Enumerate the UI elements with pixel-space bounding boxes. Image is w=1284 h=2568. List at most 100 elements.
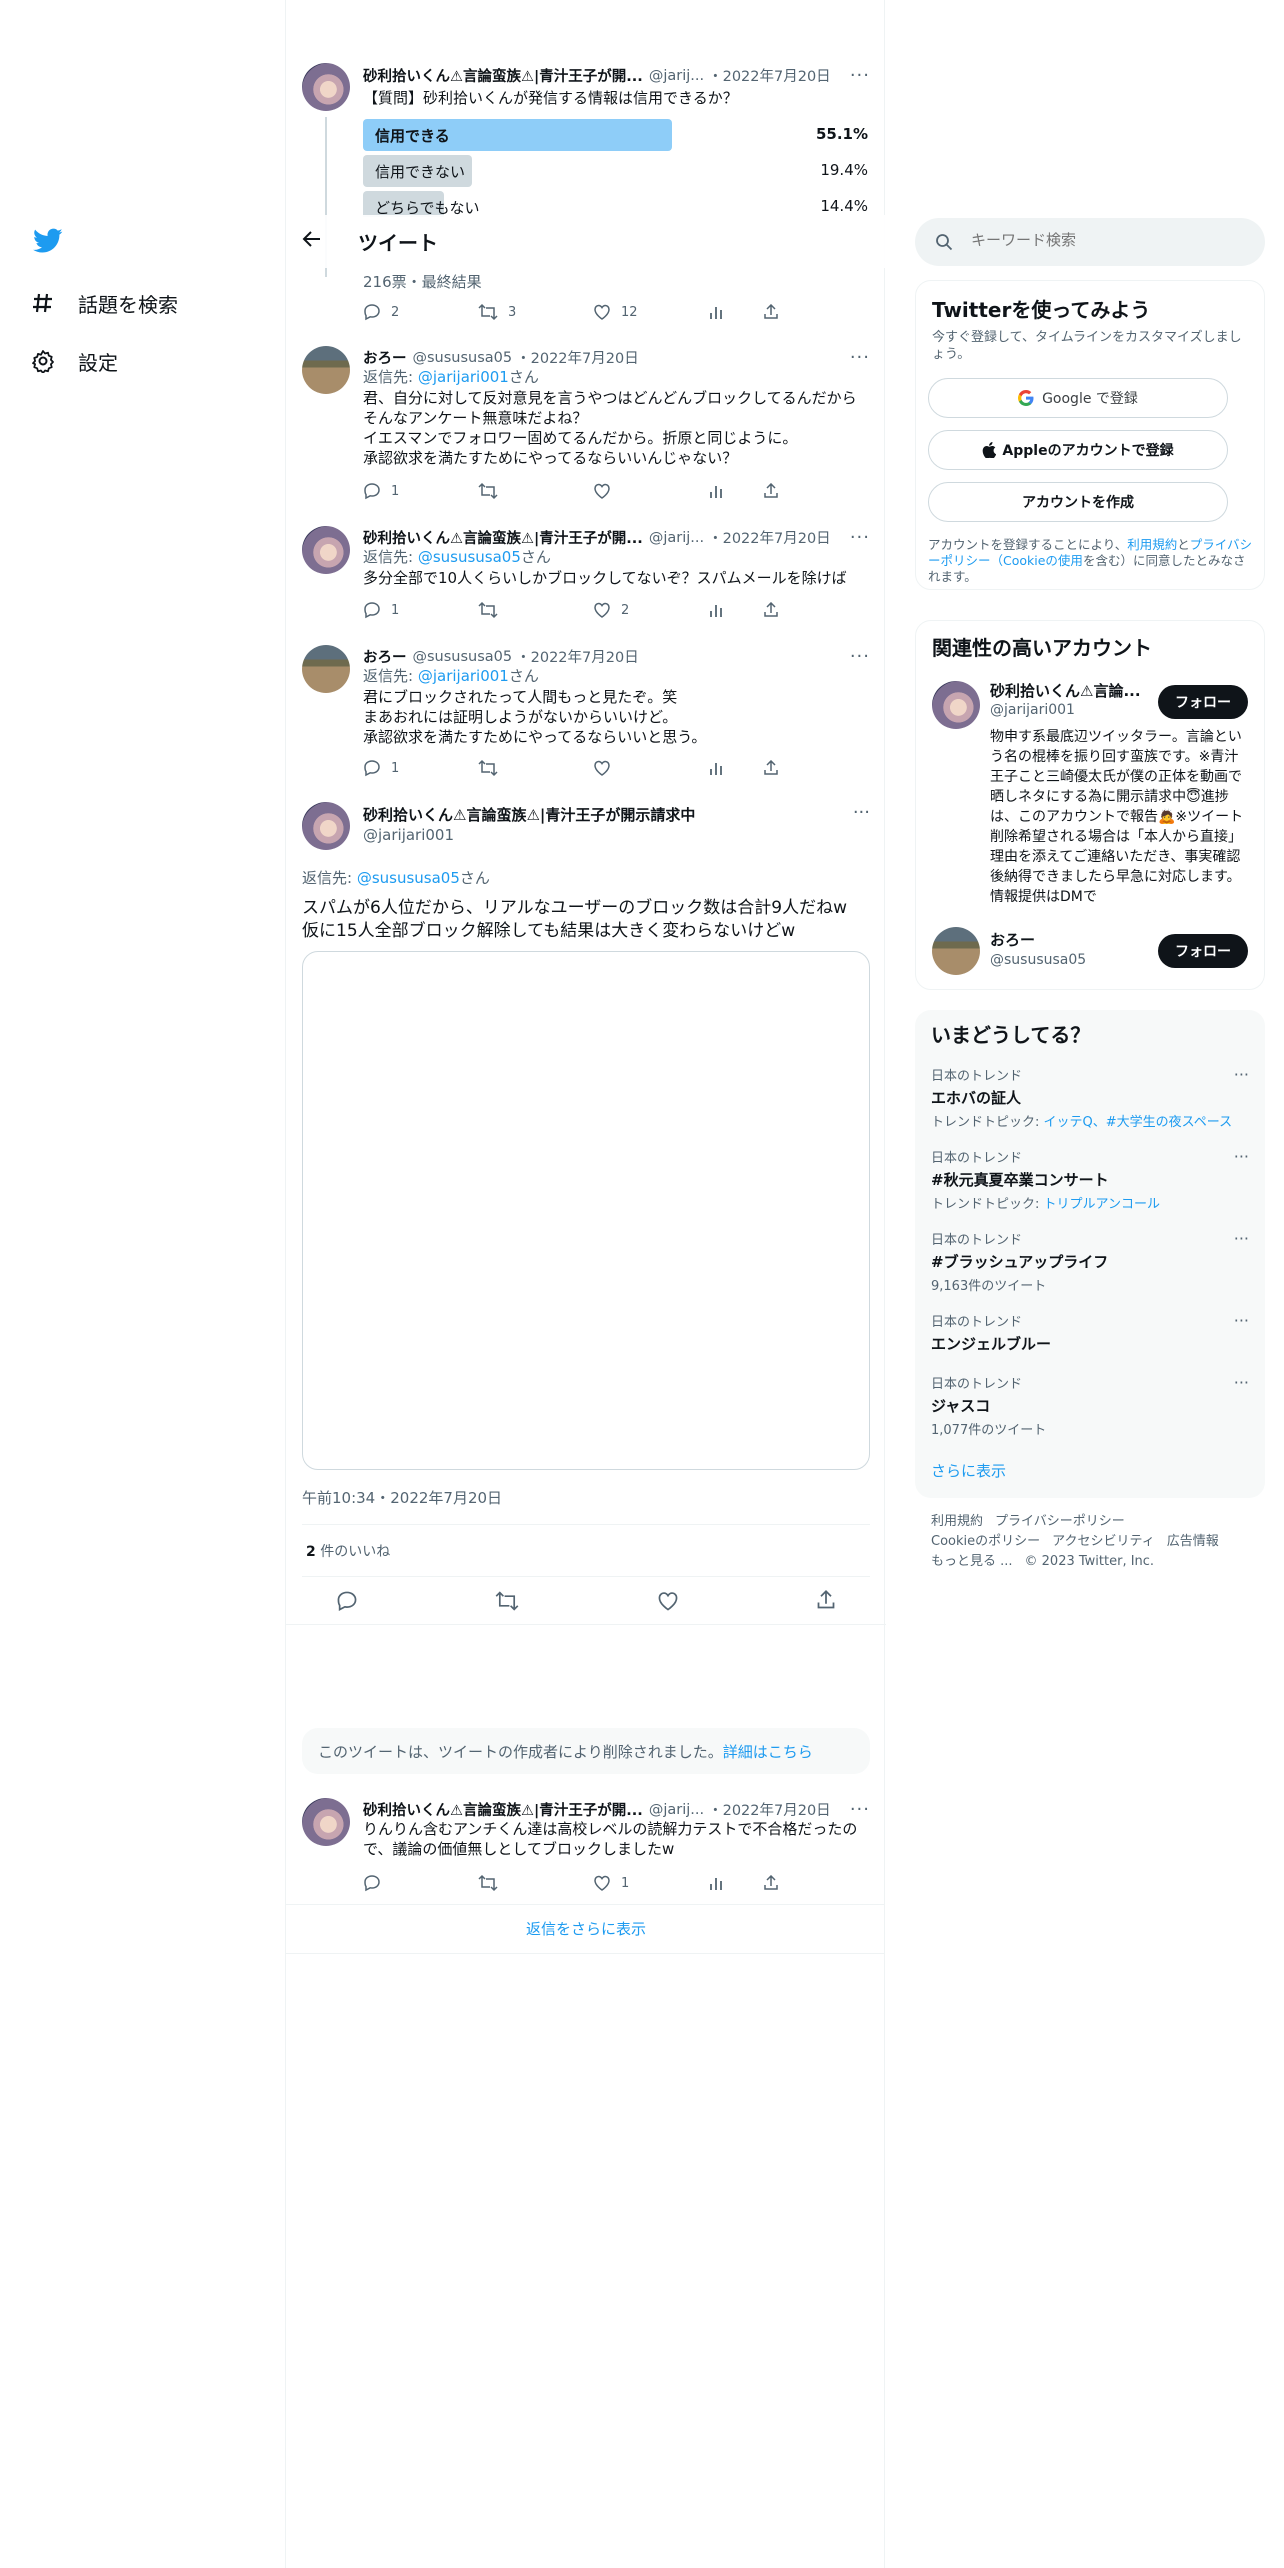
more-icon[interactable]: ··· <box>850 1799 870 1820</box>
more-icon[interactable]: ··· <box>850 65 870 86</box>
avatar[interactable] <box>302 63 350 111</box>
share-icon[interactable] <box>763 1874 793 1892</box>
search-input[interactable] <box>971 231 1241 249</box>
like-button[interactable]: 2 <box>593 601 683 619</box>
avatar[interactable] <box>932 681 980 729</box>
more-icon[interactable]: ··· <box>1234 1229 1249 1248</box>
reply-button[interactable]: 1 <box>363 482 453 500</box>
reply-tweet[interactable]: 砂利拾いくん⚠言論蛮族⚠|青汁王子が開... @jarij... ・2022年7… <box>286 518 886 633</box>
more-icon[interactable]: ··· <box>1234 1065 1249 1084</box>
trend-item[interactable]: 日本のトレンド #ブラッシュアップライフ 9,163件のツイート ··· <box>931 1229 1249 1294</box>
analytics-icon[interactable] <box>708 1874 738 1892</box>
avatar[interactable] <box>302 802 350 850</box>
share-icon[interactable] <box>763 601 793 619</box>
back-arrow-icon[interactable] <box>302 229 322 253</box>
reply-tweet[interactable]: おろー @susususa05 ・2022年7月20日 ··· 返信先: @ja… <box>286 637 886 787</box>
like-button[interactable]: 12 <box>593 303 683 321</box>
reply-tweet[interactable]: おろー @susususa05 ・2022年7月20日 ··· 返信先: @ja… <box>286 338 886 508</box>
author-handle[interactable]: @susususa05 <box>413 649 513 665</box>
trend-item[interactable]: 日本のトレンド ジャスコ 1,077件のツイート ··· <box>931 1373 1249 1438</box>
author-handle[interactable]: @jarijari001 <box>363 826 454 844</box>
avatar[interactable] <box>302 645 350 693</box>
avatar[interactable] <box>302 526 350 574</box>
sidebar-item-explore[interactable]: 話題を検索 <box>30 274 230 332</box>
more-icon[interactable]: ··· <box>850 347 870 368</box>
share-icon[interactable] <box>763 482 793 500</box>
retweet-button[interactable] <box>478 759 568 777</box>
follow-button[interactable]: フォロー <box>1158 934 1248 968</box>
account-handle[interactable]: @jarijari001 <box>990 702 1075 718</box>
like-button[interactable] <box>593 759 683 777</box>
tweet-date[interactable]: ・2022年7月20日 <box>708 65 831 86</box>
show-more-trends-link[interactable]: さらに表示 <box>931 1460 1006 1481</box>
learn-more-link[interactable]: 詳細はこちら <box>723 1743 813 1761</box>
tweet-date[interactable]: ・2022年7月20日 <box>516 646 639 667</box>
analytics-icon[interactable] <box>708 759 738 777</box>
tweet-date[interactable]: ・2022年7月20日 <box>516 347 639 368</box>
apple-signup-button[interactable]: Appleのアカウントで登録 <box>928 430 1228 470</box>
author-name[interactable]: 砂利拾いくん⚠言論蛮族⚠|青汁王子が開... <box>363 527 643 548</box>
create-account-button[interactable]: アカウントを作成 <box>928 482 1228 522</box>
author-handle[interactable]: @jarij... <box>649 530 704 546</box>
more-icon[interactable]: ··· <box>850 646 870 667</box>
footer-link[interactable]: Cookieのポリシー <box>931 1534 1040 1549</box>
share-icon[interactable] <box>816 1590 836 1616</box>
reply-tweet[interactable]: 砂利拾いくん⚠言論蛮族⚠|青汁王子が開... @jarij... ・2022年7… <box>286 1790 886 1902</box>
account-handle[interactable]: @susususa05 <box>990 952 1086 968</box>
avatar[interactable] <box>302 1798 350 1846</box>
mention-link[interactable]: @jarijari001 <box>418 667 509 685</box>
tweet-timestamp[interactable]: 午前10:34・2022年7月20日 <box>302 1487 502 1508</box>
show-more-replies-link[interactable]: 返信をさらに表示 <box>286 1918 886 1939</box>
trend-item[interactable]: 日本のトレンド #秋元真夏卒業コンサート トレンドトピック: トリプルアンコール … <box>931 1147 1249 1212</box>
share-icon[interactable] <box>763 759 793 777</box>
mention-link[interactable]: @susususa05 <box>418 548 521 566</box>
tweet-date[interactable]: ・2022年7月20日 <box>708 1799 831 1820</box>
retweet-button[interactable] <box>478 601 568 619</box>
avatar[interactable] <box>932 927 980 975</box>
retweet-button[interactable] <box>478 1874 568 1892</box>
footer-link[interactable]: もっと見る ... <box>931 1554 1013 1569</box>
analytics-icon[interactable] <box>708 482 738 500</box>
follow-button[interactable]: フォロー <box>1158 685 1248 719</box>
like-button[interactable]: 1 <box>593 1874 683 1892</box>
analytics-icon[interactable] <box>708 601 738 619</box>
mention-link[interactable]: @jarijari001 <box>418 368 509 386</box>
avatar[interactable] <box>302 346 350 394</box>
author-name[interactable]: 砂利拾いくん⚠言論蛮族⚠|青汁王子が開示請求中 <box>363 804 695 825</box>
footer-link[interactable]: プライバシーポリシー <box>995 1514 1125 1529</box>
more-icon[interactable]: ··· <box>1234 1311 1249 1330</box>
mention-link[interactable]: @susususa05 <box>357 869 460 887</box>
reply-button[interactable] <box>363 1874 453 1892</box>
share-icon[interactable] <box>763 303 793 321</box>
retweet-button[interactable] <box>478 482 568 500</box>
author-name[interactable]: おろー <box>363 646 407 667</box>
author-name[interactable]: 砂利拾いくん⚠言論蛮族⚠|青汁王子が開... <box>363 1799 643 1820</box>
account-name[interactable]: おろー <box>990 929 1035 950</box>
author-name[interactable]: おろー <box>363 347 407 368</box>
search-bar[interactable] <box>915 218 1265 266</box>
like-button[interactable] <box>657 1590 679 1616</box>
trend-item[interactable]: 日本のトレンド エホバの証人 トレンドトピック: イッテQ、#大学生の夜スペース … <box>931 1065 1249 1130</box>
terms-link[interactable]: 利用規約 <box>1127 537 1177 552</box>
reply-button[interactable]: 1 <box>363 759 453 777</box>
footer-link[interactable]: アクセシビリティ <box>1052 1534 1155 1549</box>
author-handle[interactable]: @susususa05 <box>413 350 513 366</box>
trend-item[interactable]: 日本のトレンド エンジェルブルー ··· <box>931 1311 1249 1354</box>
tweet-date[interactable]: ・2022年7月20日 <box>708 527 831 548</box>
reply-button[interactable]: 2 <box>363 303 453 321</box>
footer-link[interactable]: 利用規約 <box>931 1514 983 1529</box>
more-icon[interactable]: ··· <box>850 527 870 548</box>
author-handle[interactable]: @jarij... <box>649 1802 704 1818</box>
footer-link[interactable]: 広告情報 <box>1167 1534 1219 1549</box>
sidebar-item-settings[interactable]: 設定 <box>30 332 230 390</box>
retweet-button[interactable]: 3 <box>478 303 568 321</box>
likes-count[interactable]: 2 件のいいね <box>306 1541 390 1561</box>
author-handle[interactable]: @jarij... <box>649 68 704 84</box>
author-name[interactable]: 砂利拾いくん⚠言論蛮族⚠|青汁王子が開... <box>363 65 643 86</box>
more-icon[interactable]: ··· <box>1234 1147 1249 1166</box>
retweet-button[interactable] <box>495 1590 519 1616</box>
more-icon[interactable]: ··· <box>853 802 870 823</box>
more-icon[interactable]: ··· <box>1234 1373 1249 1392</box>
media-placeholder[interactable] <box>302 951 870 1470</box>
analytics-icon[interactable] <box>708 303 738 321</box>
